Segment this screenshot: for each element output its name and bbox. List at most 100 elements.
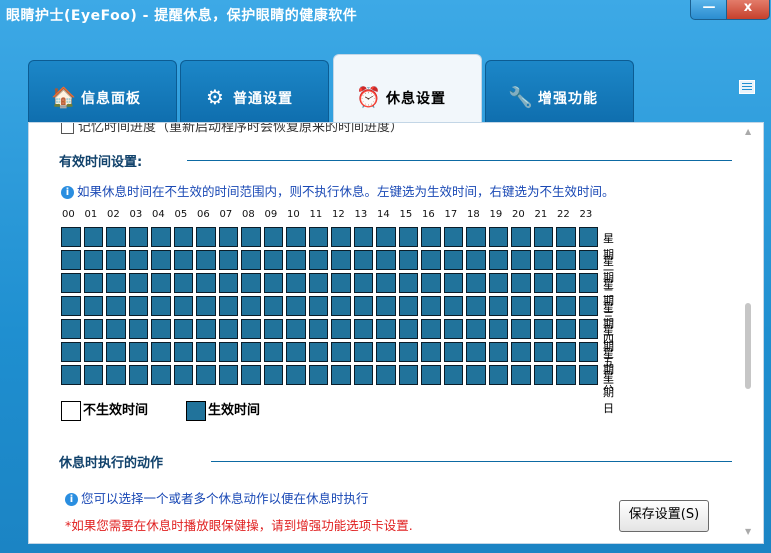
time-cell[interactable] (511, 342, 531, 362)
time-cell[interactable] (106, 273, 126, 293)
time-cell[interactable] (488, 342, 508, 362)
time-cell[interactable] (533, 342, 553, 362)
time-cell[interactable] (241, 342, 261, 362)
time-cell[interactable] (556, 365, 576, 385)
time-cell[interactable] (218, 227, 238, 247)
time-cell[interactable] (556, 296, 576, 316)
time-cell[interactable] (533, 227, 553, 247)
time-cell[interactable] (263, 319, 283, 339)
time-cell[interactable] (151, 319, 171, 339)
time-cell[interactable] (398, 250, 418, 270)
tab-info-panel[interactable]: 🏠 信息面板 (28, 60, 177, 123)
time-cell[interactable] (241, 250, 261, 270)
time-cell[interactable] (556, 319, 576, 339)
time-cell[interactable] (196, 365, 216, 385)
time-cell[interactable] (421, 296, 441, 316)
time-cell[interactable] (331, 227, 351, 247)
time-cell[interactable] (241, 319, 261, 339)
time-cell[interactable] (331, 250, 351, 270)
time-cell[interactable] (61, 250, 81, 270)
time-cell[interactable] (466, 342, 486, 362)
time-cell[interactable] (196, 342, 216, 362)
tab-general-settings[interactable]: ⚙ 普通设置 (180, 60, 329, 123)
menu-icon[interactable] (739, 80, 755, 94)
time-cell[interactable] (511, 319, 531, 339)
time-cell[interactable] (83, 273, 103, 293)
time-cell[interactable] (173, 319, 193, 339)
time-cell[interactable] (106, 342, 126, 362)
time-cell[interactable] (578, 296, 598, 316)
time-cell[interactable] (353, 319, 373, 339)
time-cell[interactable] (353, 365, 373, 385)
time-cell[interactable] (218, 273, 238, 293)
time-cell[interactable] (466, 319, 486, 339)
time-cell[interactable] (151, 227, 171, 247)
time-cell[interactable] (533, 319, 553, 339)
remember-progress-option[interactable]: 记忆时间进度（重新启动程序时会恢复原来的时间进度） (61, 123, 403, 135)
time-cell[interactable] (263, 365, 283, 385)
time-cell[interactable] (398, 227, 418, 247)
time-cell[interactable] (83, 319, 103, 339)
time-cell[interactable] (353, 342, 373, 362)
time-cell[interactable] (466, 273, 486, 293)
time-cell[interactable] (353, 227, 373, 247)
time-cell[interactable] (308, 250, 328, 270)
time-cell[interactable] (151, 273, 171, 293)
time-cell[interactable] (128, 273, 148, 293)
time-cell[interactable] (578, 273, 598, 293)
time-cell[interactable] (128, 342, 148, 362)
time-cell[interactable] (578, 250, 598, 270)
time-cell[interactable] (173, 227, 193, 247)
time-cell[interactable] (106, 250, 126, 270)
time-cell[interactable] (398, 342, 418, 362)
time-cell[interactable] (331, 365, 351, 385)
time-cell[interactable] (263, 250, 283, 270)
time-cell[interactable] (263, 342, 283, 362)
time-cell[interactable] (173, 365, 193, 385)
time-cell[interactable] (83, 227, 103, 247)
time-cell[interactable] (128, 296, 148, 316)
time-cell[interactable] (196, 273, 216, 293)
scroll-down-arrow-icon[interactable]: ▼ (745, 527, 751, 536)
time-cell[interactable] (173, 273, 193, 293)
time-cell[interactable] (443, 250, 463, 270)
time-cell[interactable] (466, 227, 486, 247)
tab-rest-settings[interactable]: ⏰ 休息设置 (333, 54, 482, 123)
time-cell[interactable] (578, 365, 598, 385)
time-cell[interactable] (398, 296, 418, 316)
time-cell[interactable] (241, 227, 261, 247)
time-cell[interactable] (488, 250, 508, 270)
time-cell[interactable] (398, 273, 418, 293)
time-cell[interactable] (376, 319, 396, 339)
time-cell[interactable] (241, 273, 261, 293)
time-cell[interactable] (533, 273, 553, 293)
time-cell[interactable] (421, 342, 441, 362)
time-cell[interactable] (196, 250, 216, 270)
time-cell[interactable] (241, 365, 261, 385)
time-cell[interactable] (331, 319, 351, 339)
time-cell[interactable] (106, 319, 126, 339)
time-cell[interactable] (488, 296, 508, 316)
time-cell[interactable] (488, 365, 508, 385)
time-cell[interactable] (556, 273, 576, 293)
time-cell[interactable] (83, 365, 103, 385)
time-cell[interactable] (218, 296, 238, 316)
time-cell[interactable] (443, 365, 463, 385)
time-cell[interactable] (443, 273, 463, 293)
time-cell[interactable] (511, 365, 531, 385)
time-cell[interactable] (353, 296, 373, 316)
time-cell[interactable] (466, 250, 486, 270)
time-cell[interactable] (556, 227, 576, 247)
time-cell[interactable] (83, 342, 103, 362)
time-cell[interactable] (353, 273, 373, 293)
time-cell[interactable] (286, 365, 306, 385)
time-cell[interactable] (128, 227, 148, 247)
time-cell[interactable] (218, 319, 238, 339)
time-cell[interactable] (331, 342, 351, 362)
time-cell[interactable] (421, 319, 441, 339)
time-cell[interactable] (421, 273, 441, 293)
time-cell[interactable] (173, 250, 193, 270)
time-cell[interactable] (331, 273, 351, 293)
vertical-scrollbar[interactable]: ▲ ▼ (737, 123, 763, 543)
time-cell[interactable] (443, 227, 463, 247)
